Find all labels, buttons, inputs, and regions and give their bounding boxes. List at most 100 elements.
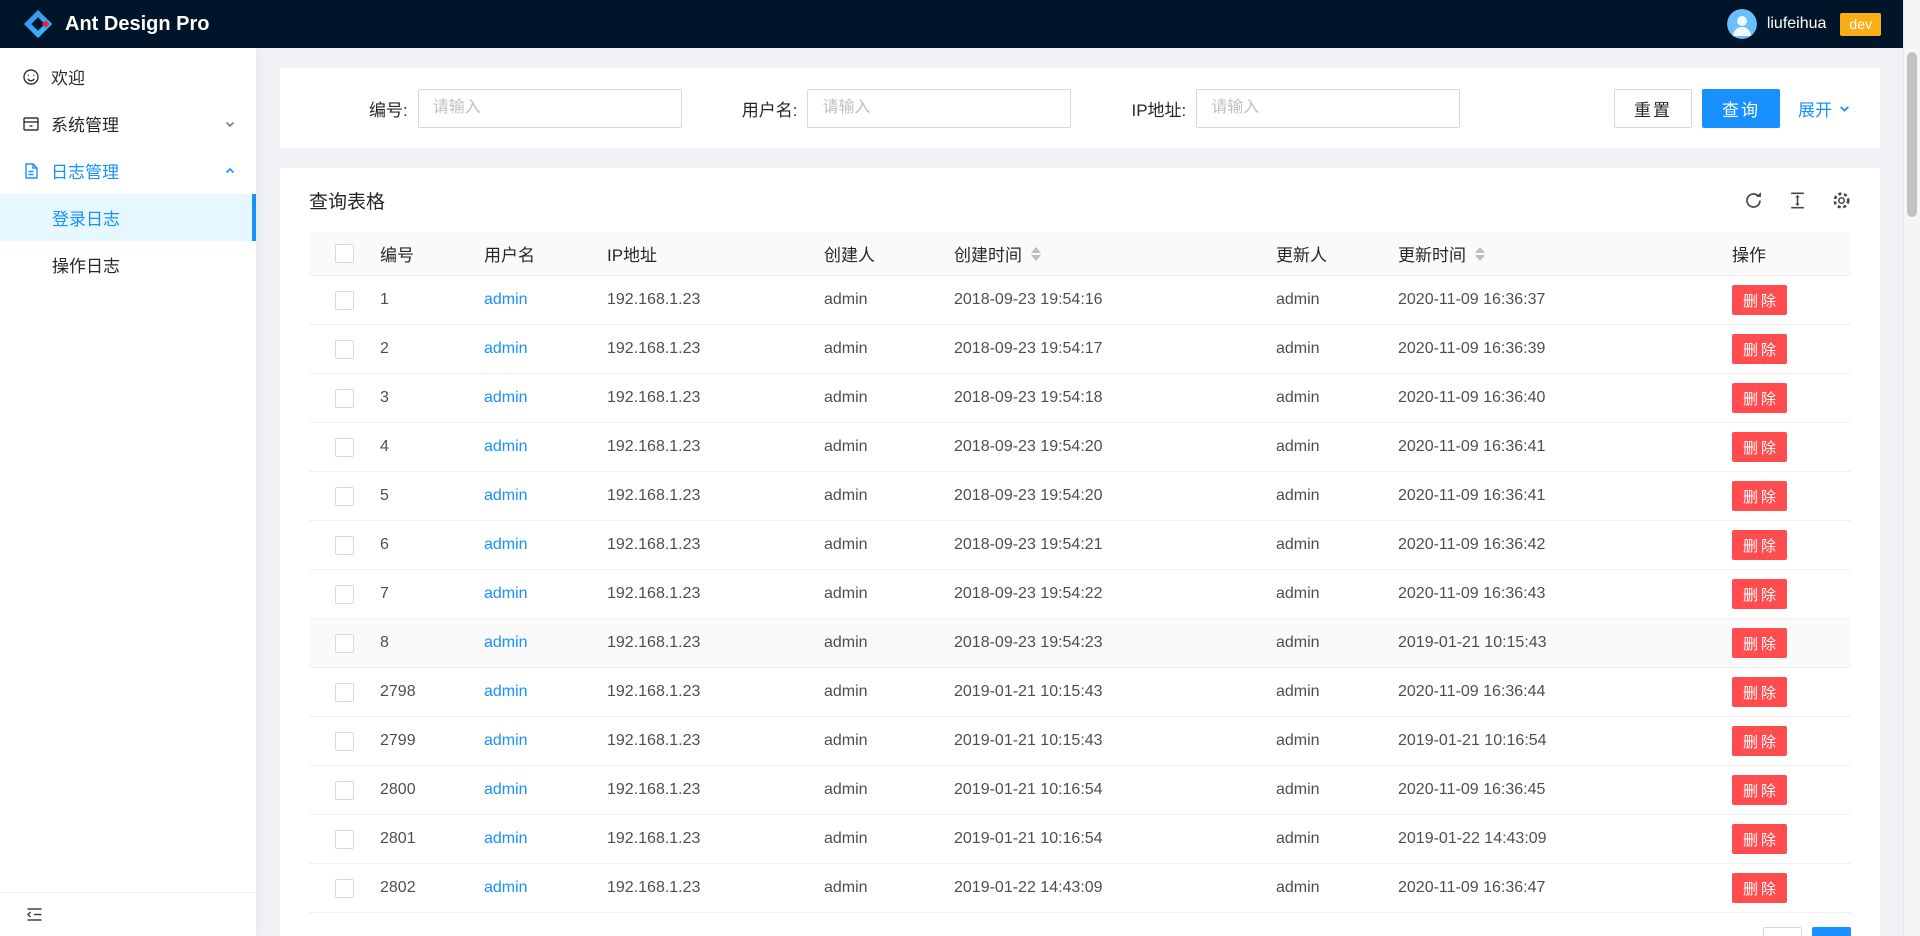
username-link[interactable]: admin: [484, 732, 528, 749]
chevron-up-icon: [224, 165, 236, 177]
row-checkbox[interactable]: [335, 340, 354, 359]
username-link[interactable]: admin: [484, 340, 528, 357]
sidebar-item-welcome[interactable]: 欢迎: [0, 53, 256, 100]
cell-created-time: 2019-01-21 10:16:54: [954, 830, 1276, 848]
id-field-label: 编号:: [369, 96, 408, 121]
sidebar-footer: [0, 892, 256, 936]
cell-id: 2801: [380, 830, 484, 848]
sidebar-item-system-management[interactable]: 系统管理: [0, 100, 256, 147]
row-checkbox[interactable]: [335, 585, 354, 604]
menu-label: 操作日志: [52, 252, 120, 277]
table-row: 6 admin 192.168.1.23 admin 2018-09-23 19…: [309, 521, 1851, 570]
username-link[interactable]: admin: [484, 389, 528, 406]
username-field[interactable]: [807, 89, 1071, 128]
cell-id: 4: [380, 438, 484, 456]
username-link[interactable]: admin: [484, 291, 528, 308]
filter-actions: 重置 查询 展开: [1614, 89, 1851, 128]
row-checkbox[interactable]: [335, 487, 354, 506]
cell-creator: admin: [824, 732, 954, 750]
cell-updated-time: 2020-11-09 16:36:45: [1398, 781, 1732, 799]
filter-item-ip: IP地址:: [1131, 89, 1460, 128]
delete-button[interactable]: 删除: [1732, 334, 1787, 364]
cell-updated-time: 2020-11-09 16:36:40: [1398, 389, 1732, 407]
cell-ip: 192.168.1.23: [607, 732, 824, 750]
cell-creator: admin: [824, 536, 954, 554]
id-field[interactable]: [418, 89, 682, 128]
search-button[interactable]: 查询: [1702, 89, 1780, 128]
main-content: 编号: 用户名: IP地址: 重置 查询 展开: [280, 0, 1880, 936]
select-all-checkbox[interactable]: [335, 244, 354, 263]
delete-button[interactable]: 删除: [1732, 775, 1787, 805]
cell-id: 5: [380, 487, 484, 505]
username-link[interactable]: admin: [484, 879, 528, 896]
pro-table-card: 查询表格: [280, 168, 1880, 936]
pagination-page-1[interactable]: 1: [1812, 927, 1851, 936]
username-link[interactable]: admin: [484, 487, 528, 504]
cell-updater: admin: [1276, 585, 1398, 603]
scrollbar[interactable]: [1903, 0, 1920, 936]
row-checkbox[interactable]: [335, 683, 354, 702]
cell-id: 1: [380, 291, 484, 309]
delete-button[interactable]: 删除: [1732, 579, 1787, 609]
expand-toggle[interactable]: 展开: [1798, 96, 1851, 121]
cell-creator: admin: [824, 438, 954, 456]
menu-label: 系统管理: [51, 111, 119, 136]
delete-button[interactable]: 删除: [1732, 628, 1787, 658]
sidebar-item-login-log[interactable]: 登录日志: [0, 194, 256, 241]
username-link[interactable]: admin: [484, 438, 528, 455]
delete-button[interactable]: 删除: [1732, 383, 1787, 413]
delete-button[interactable]: 删除: [1732, 432, 1787, 462]
username-link[interactable]: admin: [484, 683, 528, 700]
row-checkbox[interactable]: [335, 438, 354, 457]
username-link[interactable]: admin: [484, 781, 528, 798]
row-checkbox[interactable]: [335, 389, 354, 408]
cell-updated-time: 2020-11-09 16:36:37: [1398, 291, 1732, 309]
avatar[interactable]: [1727, 9, 1757, 39]
logo[interactable]: Ant Design Pro: [22, 8, 209, 40]
delete-button[interactable]: 删除: [1732, 677, 1787, 707]
username-link[interactable]: admin: [484, 585, 528, 602]
column-header-updated-time[interactable]: 更新时间: [1398, 241, 1732, 266]
cell-ip: 192.168.1.23: [607, 634, 824, 652]
filter-item-id: 编号:: [369, 89, 682, 128]
reload-icon[interactable]: [1744, 191, 1763, 210]
pagination-prev-button[interactable]: ‹: [1763, 927, 1802, 936]
reset-button[interactable]: 重置: [1614, 89, 1692, 128]
density-icon[interactable]: [1788, 191, 1807, 210]
row-checkbox[interactable]: [335, 781, 354, 800]
app-header: Ant Design Pro liufeihua dev: [0, 0, 1903, 48]
username-link[interactable]: admin: [484, 536, 528, 553]
delete-button[interactable]: 删除: [1732, 530, 1787, 560]
cell-created-time: 2018-09-23 19:54:20: [954, 438, 1276, 456]
row-checkbox[interactable]: [335, 634, 354, 653]
delete-button[interactable]: 删除: [1732, 824, 1787, 854]
delete-button[interactable]: 删除: [1732, 481, 1787, 511]
username-link[interactable]: admin: [484, 634, 528, 651]
username-link[interactable]: admin: [484, 830, 528, 847]
menu-fold-icon[interactable]: [25, 905, 44, 924]
cell-id: 6: [380, 536, 484, 554]
pagination: ‹ 1: [309, 927, 1851, 936]
row-checkbox[interactable]: [335, 830, 354, 849]
sidebar-item-operation-log[interactable]: 操作日志: [0, 241, 256, 288]
row-checkbox[interactable]: [335, 291, 354, 310]
sidebar-item-log-management[interactable]: 日志管理: [0, 147, 256, 194]
row-checkbox[interactable]: [335, 732, 354, 751]
delete-button[interactable]: 删除: [1732, 285, 1787, 315]
scrollbar-thumb[interactable]: [1907, 52, 1917, 217]
delete-button[interactable]: 删除: [1732, 726, 1787, 756]
row-checkbox[interactable]: [335, 879, 354, 898]
sorter-icon[interactable]: [1031, 247, 1041, 261]
cell-ip: 192.168.1.23: [607, 389, 824, 407]
delete-button[interactable]: 删除: [1732, 873, 1787, 903]
row-checkbox[interactable]: [335, 536, 354, 555]
column-header-created-time[interactable]: 创建时间: [954, 241, 1276, 266]
cell-created-time: 2018-09-23 19:54:20: [954, 487, 1276, 505]
column-header-id: 编号: [380, 241, 484, 266]
cell-ip: 192.168.1.23: [607, 585, 824, 603]
ip-field[interactable]: [1196, 89, 1460, 128]
settings-gear-icon[interactable]: [1832, 191, 1851, 210]
user-name[interactable]: liufeihua: [1767, 15, 1827, 33]
sorter-icon[interactable]: [1475, 247, 1485, 261]
cell-ip: 192.168.1.23: [607, 340, 824, 358]
